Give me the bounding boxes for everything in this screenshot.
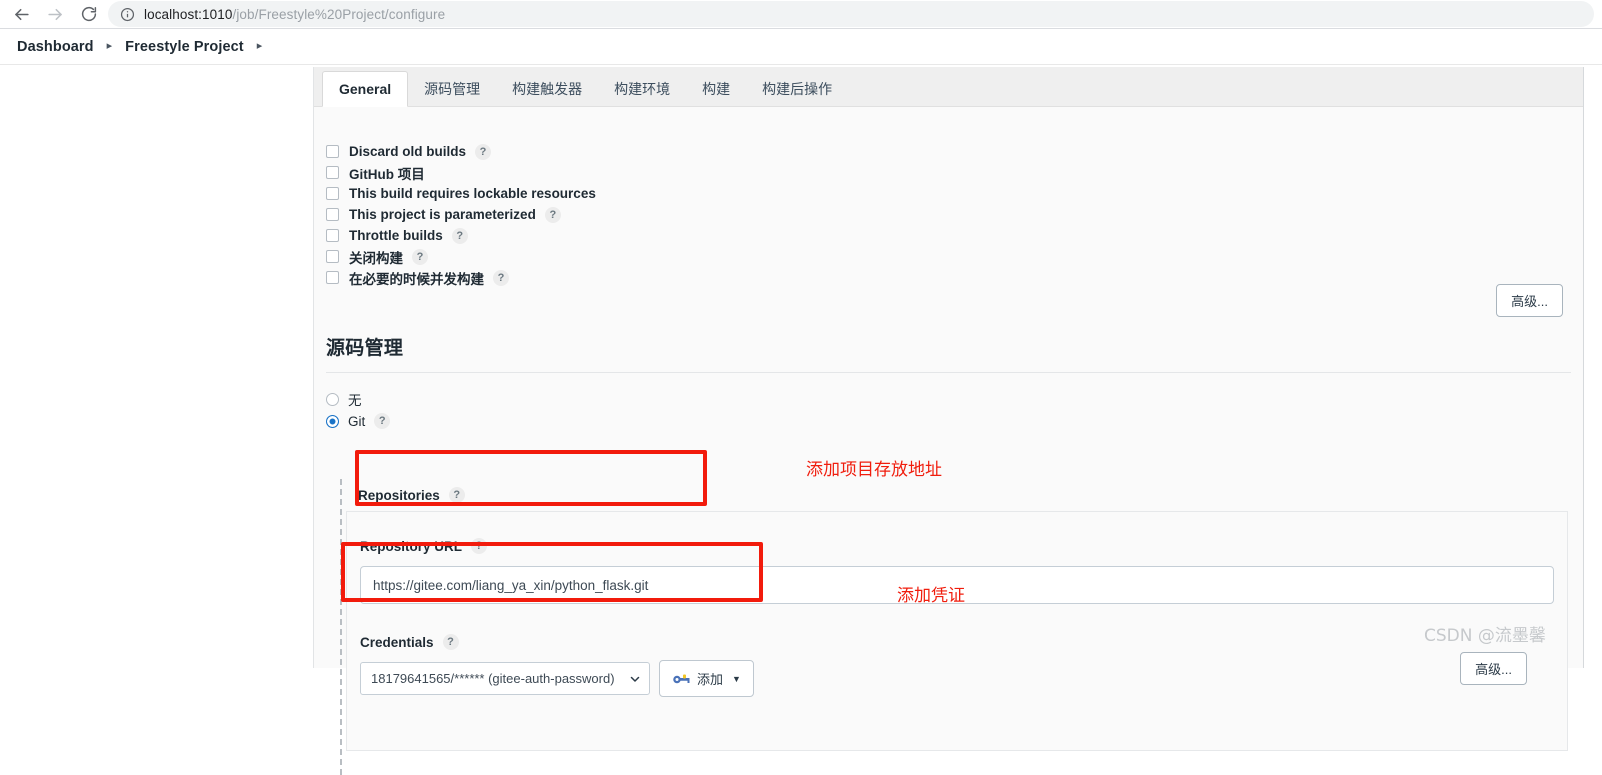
general-advanced-button[interactable]: 高级... — [1496, 284, 1563, 317]
tab-build[interactable]: 构建 — [686, 72, 746, 106]
help-icon[interactable]: ? — [442, 634, 459, 650]
option-concurrent-builds[interactable]: 在必要的时候并发构建 ? — [326, 267, 596, 288]
address-bar-host: localhost:1010 — [144, 6, 233, 22]
option-discard-old-builds[interactable]: Discard old builds ? — [326, 141, 596, 162]
credentials-label-group: Credentials ? — [360, 634, 459, 650]
repositories-box — [346, 511, 1568, 751]
checkbox-icon[interactable] — [326, 208, 339, 221]
checkbox-icon[interactable] — [326, 166, 339, 179]
browser-reload-button[interactable] — [74, 0, 104, 28]
credentials-label: Credentials — [360, 634, 434, 650]
tab-source-code-management[interactable]: 源码管理 — [408, 72, 496, 106]
address-bar[interactable]: localhost:1010/job/Freestyle%20Project/c… — [108, 1, 1594, 27]
breadcrumb-separator-icon: ▸ — [106, 40, 113, 52]
breadcrumb-divider — [0, 64, 1602, 65]
option-lockable-resources[interactable]: This build requires lockable resources — [326, 183, 596, 204]
add-credentials-label: 添加 — [697, 672, 724, 687]
help-icon[interactable]: ? — [544, 206, 561, 223]
tab-build-environment[interactable]: 构建环境 — [598, 72, 686, 106]
general-options-list: Discard old builds ? GitHub 项目 This buil… — [326, 141, 596, 288]
git-advanced-button[interactable]: 高级... — [1460, 652, 1527, 685]
scm-option-none[interactable]: 无 — [314, 388, 1583, 410]
option-label: GitHub 项目 — [349, 166, 425, 182]
checkbox-icon[interactable] — [326, 271, 339, 284]
annotation-text-repository-url: 添加项目存放地址 — [806, 460, 942, 480]
help-icon[interactable]: ? — [451, 227, 468, 244]
scm-option-label: 无 — [348, 393, 362, 408]
arrow-right-icon — [47, 8, 62, 20]
tab-post-build-actions[interactable]: 构建后操作 — [746, 72, 848, 106]
credentials-select[interactable]: 18179641565/****** (gitee-auth-password) — [360, 662, 650, 695]
option-github-project[interactable]: GitHub 项目 — [326, 162, 596, 183]
add-credentials-button[interactable]: 添加 ▼ — [659, 660, 754, 697]
option-project-is-parameterized[interactable]: This project is parameterized ? — [326, 204, 596, 225]
help-icon[interactable]: ? — [412, 248, 428, 265]
config-tab-bar: General 源码管理 构建触发器 构建环境 构建 构建后操作 — [314, 67, 1583, 107]
checkbox-icon[interactable] — [326, 187, 339, 200]
caret-down-icon: ▼ — [732, 673, 741, 684]
breadcrumb-item-freestyle-project[interactable]: Freestyle Project — [125, 39, 244, 55]
source-code-management-section: 源码管理 无 Git ? — [314, 333, 1583, 432]
tab-build-triggers[interactable]: 构建触发器 — [496, 72, 598, 106]
repository-url-label: Repository URL — [360, 538, 463, 554]
tab-general[interactable]: General — [322, 71, 409, 107]
checkbox-icon[interactable] — [326, 250, 339, 263]
scm-section-divider — [326, 372, 1571, 373]
breadcrumb-item-dashboard[interactable]: Dashboard — [17, 39, 94, 55]
scm-option-label: Git — [348, 413, 366, 429]
help-icon[interactable]: ? — [493, 269, 509, 286]
help-icon[interactable]: ? — [471, 538, 488, 554]
checkbox-icon[interactable] — [326, 229, 339, 242]
arrow-left-icon — [14, 8, 29, 20]
job-configure-panel: General 源码管理 构建触发器 构建环境 构建 构建后操作 Discard… — [313, 67, 1584, 775]
option-label: 关闭构建 — [349, 250, 403, 266]
repositories-header: Repositories ? — [358, 487, 465, 503]
address-bar-path: /job/Freestyle%20Project/configure — [232, 6, 446, 22]
key-icon — [673, 674, 690, 684]
breadcrumb-menu-icon[interactable]: ▸ — [257, 41, 263, 52]
option-label: 在必要的时候并发构建 — [349, 271, 484, 287]
scm-option-git[interactable]: Git ? — [314, 410, 1583, 432]
reload-icon — [81, 6, 97, 22]
option-label: This project is parameterized — [349, 207, 536, 222]
option-label: Throttle builds — [349, 228, 443, 243]
watermark: CSDN @流墨馨 — [1424, 626, 1546, 646]
repositories-label: Repositories — [358, 487, 440, 503]
checkbox-icon[interactable] — [326, 145, 339, 158]
address-bar-url: localhost:1010/job/Freestyle%20Project/c… — [144, 7, 445, 22]
help-icon[interactable]: ? — [374, 413, 391, 429]
option-disable-build[interactable]: 关闭构建 ? — [326, 246, 596, 267]
annotation-text-credentials: 添加凭证 — [897, 586, 965, 606]
radio-icon-selected[interactable] — [326, 414, 339, 428]
radio-icon[interactable] — [326, 392, 339, 406]
browser-forward-button[interactable] — [40, 0, 70, 28]
option-label: Discard old builds — [349, 144, 467, 159]
chevron-down-icon — [630, 676, 640, 682]
option-label: This build requires lockable resources — [349, 186, 596, 201]
scm-radio-group: 无 Git ? — [314, 388, 1583, 432]
repository-url-label-group: Repository URL ? — [360, 538, 488, 554]
scm-section-title: 源码管理 — [326, 338, 404, 359]
help-icon[interactable]: ? — [475, 143, 492, 160]
help-icon[interactable]: ? — [448, 487, 465, 503]
option-throttle-builds[interactable]: Throttle builds ? — [326, 225, 596, 246]
breadcrumb: Dashboard ▸ Freestyle Project ▸ — [0, 29, 1602, 64]
git-section-guide-line — [340, 479, 342, 775]
info-circle-icon[interactable] — [120, 7, 135, 22]
browser-back-button[interactable] — [6, 0, 36, 28]
browser-chrome: localhost:1010/job/Freestyle%20Project/c… — [0, 0, 1602, 28]
credentials-selected-value: 18179641565/****** (gitee-auth-password) — [371, 671, 615, 686]
